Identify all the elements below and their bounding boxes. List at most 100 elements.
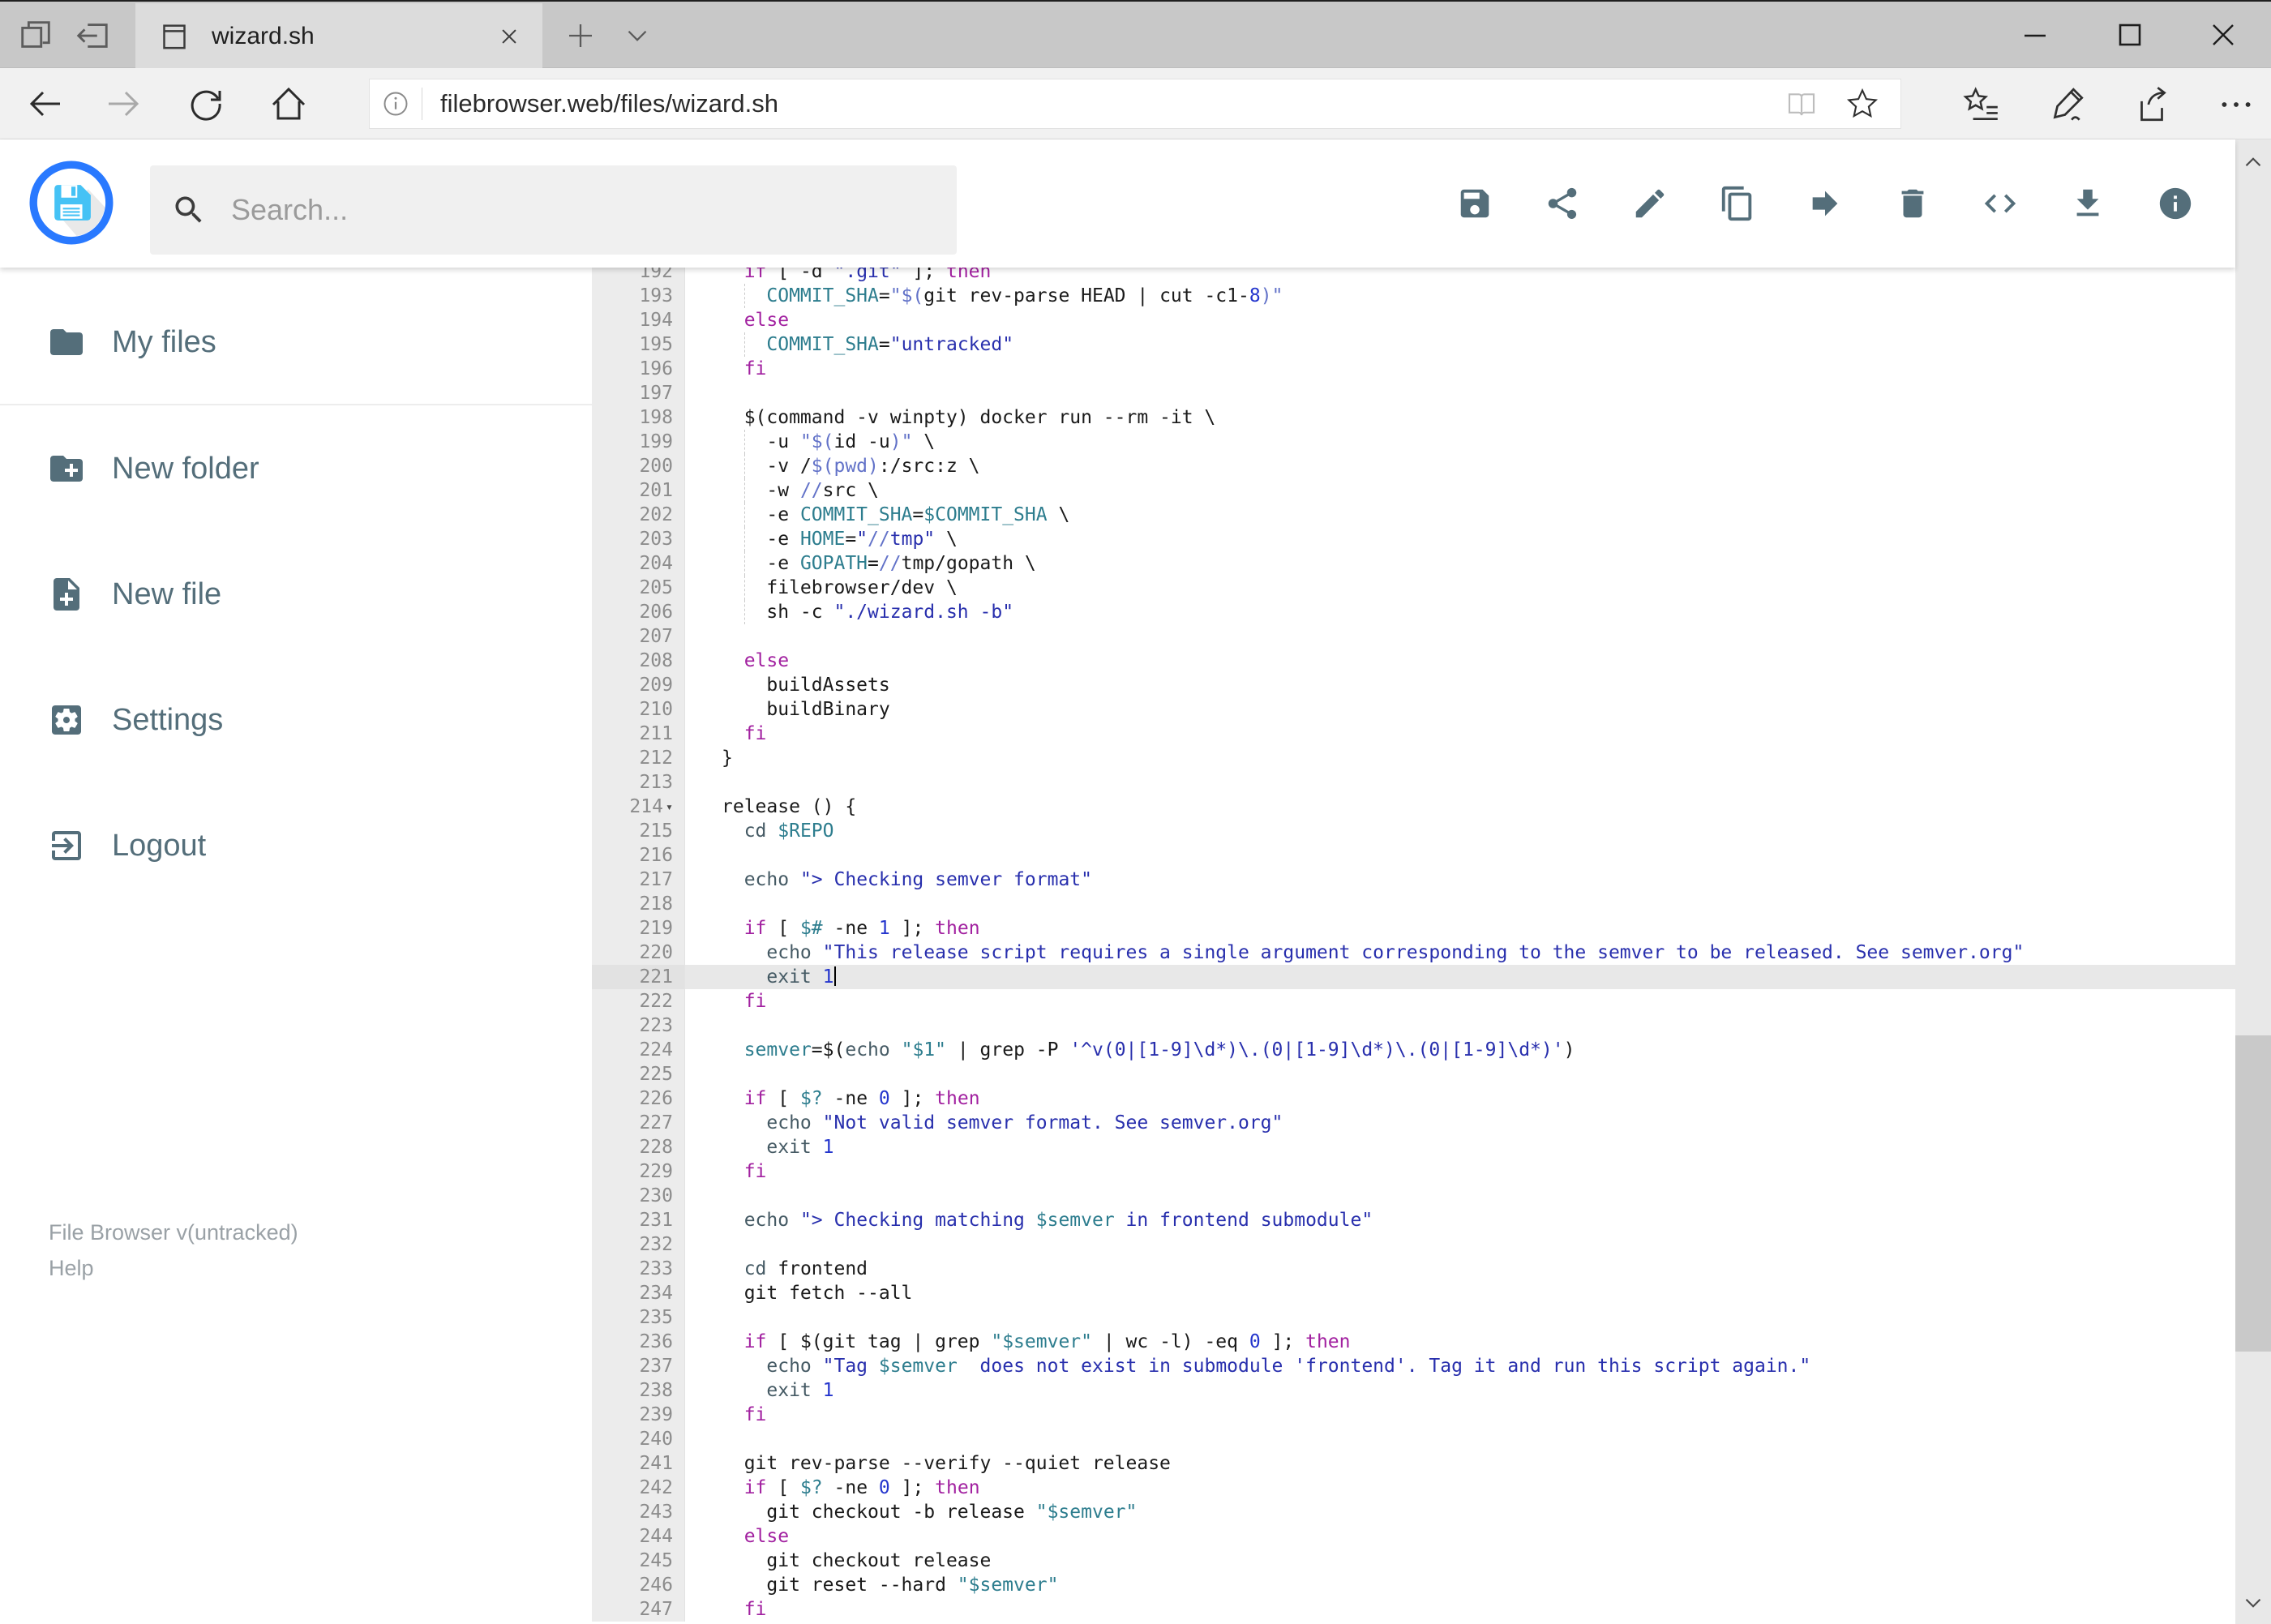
code-line[interactable]: 230 (592, 1184, 2235, 1208)
code-line[interactable]: 235 (592, 1305, 2235, 1330)
code-line[interactable]: 238 exit 1 (592, 1378, 2235, 1403)
code-line[interactable]: 196 fi (592, 357, 2235, 381)
search-input[interactable] (229, 192, 898, 228)
code-line[interactable]: 225 (592, 1062, 2235, 1086)
code-line[interactable]: 210 buildBinary (592, 697, 2235, 722)
code-line[interactable]: 229 fi (592, 1159, 2235, 1184)
code-line[interactable]: 240 (592, 1427, 2235, 1451)
share-button[interactable] (1544, 185, 1581, 222)
filebrowser-logo[interactable] (29, 161, 114, 245)
code-line[interactable]: 221 exit 1 (592, 965, 2235, 989)
code-line[interactable]: 207 (592, 624, 2235, 649)
code-line[interactable]: 197 (592, 381, 2235, 405)
close-window-button[interactable] (2184, 2, 2262, 68)
sidebar-item-new-folder[interactable]: New folder (0, 431, 592, 507)
switch-editor-button[interactable] (1982, 185, 2019, 222)
code-line[interactable]: 199 -u "$(id -u)" \ (592, 430, 2235, 454)
code-line[interactable]: 241 git rev-parse --verify --quiet relea… (592, 1451, 2235, 1476)
code-line[interactable]: 228 exit 1 (592, 1135, 2235, 1159)
code-line[interactable]: 239 fi (592, 1403, 2235, 1427)
sidebar-item-logout[interactable]: Logout (0, 808, 592, 884)
maximize-button[interactable] (2091, 2, 2169, 68)
favorites-hub-button[interactable] (1961, 84, 2000, 123)
code-line[interactable]: 227 echo "Not valid semver format. See s… (592, 1111, 2235, 1135)
code-line[interactable]: 192 if [ -d ".git" ]; then (592, 268, 2235, 284)
code-line[interactable]: 224 semver=$(echo "$1" | grep -P '^v(0|[… (592, 1038, 2235, 1062)
refresh-button[interactable] (186, 84, 225, 123)
code-line[interactable]: 237 echo "Tag $semver does not exist in … (592, 1354, 2235, 1378)
code-line[interactable]: 223 (592, 1013, 2235, 1038)
add-favorite-star-icon[interactable] (1845, 87, 1879, 121)
code-line[interactable]: 205 filebrowser/dev \ (592, 576, 2235, 600)
download-button[interactable] (2069, 185, 2106, 222)
code-line[interactable]: 193 COMMIT_SHA="$(git rev-parse HEAD | c… (592, 284, 2235, 308)
code-line[interactable]: 245 git checkout release (592, 1549, 2235, 1573)
code-line[interactable]: 247 fi (592, 1597, 2235, 1622)
delete-button[interactable] (1894, 185, 1931, 222)
site-info-icon[interactable] (381, 89, 410, 118)
code-line[interactable]: 211 fi (592, 722, 2235, 746)
code-line[interactable]: 208 else (592, 649, 2235, 673)
code-line[interactable]: 206 sh -c "./wizard.sh -b" (592, 600, 2235, 624)
code-line[interactable]: 243 git checkout -b release "$semver" (592, 1500, 2235, 1524)
home-button[interactable] (269, 84, 308, 123)
move-button[interactable] (1806, 185, 1844, 222)
set-aside-tabs-button[interactable] (71, 15, 114, 57)
fold-marker-icon[interactable]: ▾ (666, 799, 673, 814)
save-button[interactable] (1456, 185, 1493, 222)
reading-view-icon[interactable] (1785, 88, 1818, 120)
code-line[interactable]: 215 cd $REPO (592, 819, 2235, 843)
code-line[interactable]: 231 echo "> Checking matching $semver in… (592, 1208, 2235, 1232)
code-line[interactable]: 216 (592, 843, 2235, 868)
code-line[interactable]: 246 git reset --hard "$semver" (592, 1573, 2235, 1597)
code-line[interactable]: 214 ▾ release () { (592, 795, 2235, 819)
annotate-button[interactable] (2046, 84, 2085, 123)
code-line[interactable]: 226 if [ $? -ne 0 ]; then (592, 1086, 2235, 1111)
code-line[interactable]: 202 -e COMMIT_SHA=$COMMIT_SHA \ (592, 503, 2235, 527)
code-line[interactable]: 198 $(command -v winpty) docker run --rm… (592, 405, 2235, 430)
back-button[interactable] (24, 84, 63, 123)
tab-list-button[interactable] (616, 15, 658, 57)
forward-button[interactable] (105, 84, 144, 123)
new-tab-button[interactable] (559, 15, 602, 57)
code-line[interactable]: 212} (592, 746, 2235, 770)
code-line[interactable]: 236 if [ $(git tag | grep "$semver" | wc… (592, 1330, 2235, 1354)
code-line[interactable]: 219 if [ $# -ne 1 ]; then (592, 916, 2235, 941)
code-line[interactable]: 217 echo "> Checking semver format" (592, 868, 2235, 892)
address-bar[interactable]: filebrowser.web/files/wizard.sh (369, 79, 1901, 129)
sidebar-item-settings[interactable]: Settings (0, 682, 592, 758)
code-line[interactable]: 218 (592, 892, 2235, 916)
code-line[interactable]: 203 -e HOME="//tmp" \ (592, 527, 2235, 551)
scroll-down-button[interactable] (2235, 1585, 2271, 1621)
copy-button[interactable] (1719, 185, 1756, 222)
scroll-up-button[interactable] (2235, 144, 2271, 180)
share-page-button[interactable] (2132, 84, 2170, 123)
page-scrollbar[interactable] (2235, 139, 2271, 1624)
rename-button[interactable] (1631, 185, 1669, 222)
help-link[interactable]: Help (49, 1250, 298, 1286)
code-line[interactable]: 244 else (592, 1524, 2235, 1549)
code-editor[interactable]: 192 if [ -d ".git" ]; then 193 COMMIT_SHA… (592, 268, 2235, 1624)
code-line[interactable]: 195 COMMIT_SHA="untracked" (592, 332, 2235, 357)
code-line[interactable]: 213 (592, 770, 2235, 795)
minimize-button[interactable] (1996, 2, 2074, 68)
tab-preview-button[interactable] (15, 15, 57, 57)
url-text[interactable]: filebrowser.web/files/wizard.sh (440, 89, 1785, 118)
sidebar-item-my-files[interactable]: My files (0, 304, 592, 380)
search-bar[interactable] (150, 165, 957, 255)
more-menu-button[interactable] (2216, 84, 2255, 123)
code-line[interactable]: 234 git fetch --all (592, 1281, 2235, 1305)
info-button[interactable] (2157, 185, 2194, 222)
browser-tab[interactable]: wizard.sh (135, 3, 542, 70)
code-line[interactable]: 209 buildAssets (592, 673, 2235, 697)
code-line[interactable]: 201 -w //src \ (592, 478, 2235, 503)
close-tab-icon[interactable] (494, 21, 525, 52)
code-line[interactable]: 204 -e GOPATH=//tmp/gopath \ (592, 551, 2235, 576)
code-line[interactable]: 232 (592, 1232, 2235, 1257)
code-line[interactable]: 200 -v /$(pwd):/src:z \ (592, 454, 2235, 478)
code-line[interactable]: 194 else (592, 308, 2235, 332)
sidebar-item-new-file[interactable]: New file (0, 556, 592, 632)
scrollbar-thumb[interactable] (2235, 1035, 2271, 1352)
code-line[interactable]: 242 if [ $? -ne 0 ]; then (592, 1476, 2235, 1500)
code-line[interactable]: 222 fi (592, 989, 2235, 1013)
